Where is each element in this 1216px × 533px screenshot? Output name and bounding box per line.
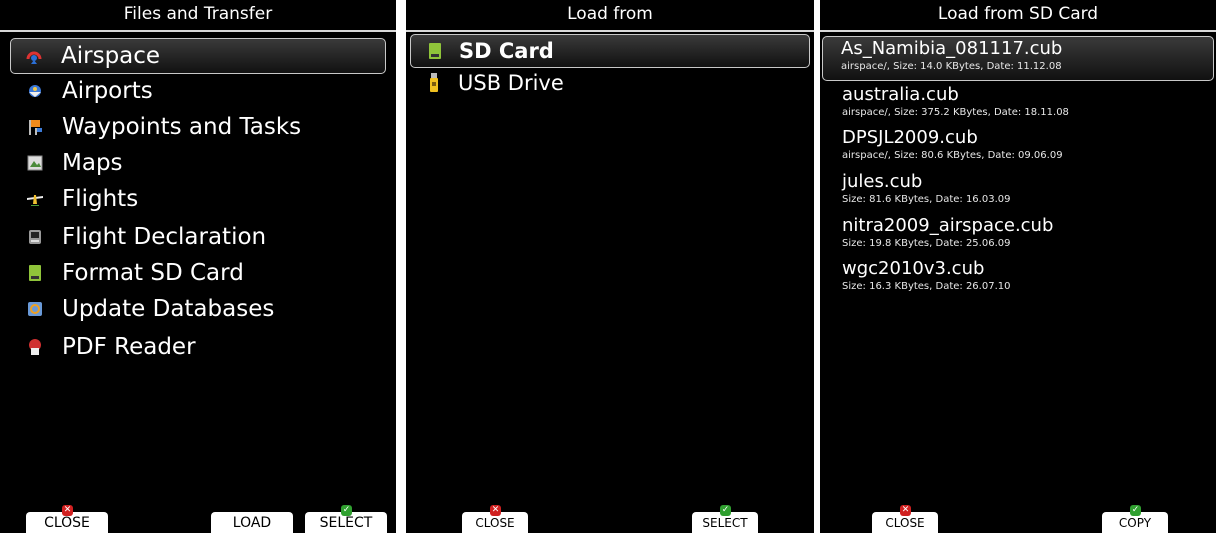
file-meta: Size: 16.3 KBytes, Date: 26.07.10 xyxy=(842,281,1011,292)
file-meta: airspace/, Size: 375.2 KBytes, Date: 18.… xyxy=(842,107,1069,118)
menu-item-label: Waypoints and Tasks xyxy=(62,114,302,140)
file-name: DPSJL2009.cub xyxy=(842,127,978,148)
close-button[interactable]: ✕ CLOSE xyxy=(26,505,108,533)
menu-item-maps[interactable]: Maps xyxy=(12,145,123,181)
menu-item-label: Format SD Card xyxy=(62,260,244,286)
file-row[interactable]: wgc2010v3.cub Size: 16.3 KBytes, Date: 2… xyxy=(820,258,1216,294)
file-meta: Size: 19.8 KBytes, Date: 25.06.09 xyxy=(842,238,1011,249)
file-row[interactable]: DPSJL2009.cub airspace/, Size: 80.6 KByt… xyxy=(820,127,1216,163)
sd-card-icon xyxy=(427,41,443,61)
file-name: wgc2010v3.cub xyxy=(842,258,985,279)
source-item-label: USB Drive xyxy=(458,71,564,95)
file-row[interactable]: As_Namibia_081117.cub airspace/, Size: 1… xyxy=(822,36,1214,81)
file-row[interactable]: nitra2009_airspace.cub Size: 19.8 KBytes… xyxy=(820,215,1216,251)
files-and-transfer-panel: Files and Transfer Airspace Airports Way… xyxy=(0,0,396,533)
close-icon: ✕ xyxy=(62,505,73,516)
menu-item-update-databases[interactable]: Update Databases xyxy=(12,291,274,327)
close-icon: ✕ xyxy=(900,505,911,516)
file-row[interactable]: australia.cub airspace/, Size: 375.2 KBy… xyxy=(820,84,1216,120)
source-item-label: SD Card xyxy=(459,39,554,63)
usb-drive-icon xyxy=(426,73,442,93)
menu-item-label: Airports xyxy=(62,78,153,104)
menu-item-label: Maps xyxy=(62,150,123,176)
file-meta: Size: 81.6 KBytes, Date: 16.03.09 xyxy=(842,194,1011,205)
file-name: nitra2009_airspace.cub xyxy=(842,215,1054,236)
close-icon: ✕ xyxy=(490,505,501,516)
menu-item-waypoints-and-tasks[interactable]: Waypoints and Tasks xyxy=(12,109,301,145)
check-icon: ✓ xyxy=(720,505,731,516)
menu-item-flights[interactable]: Flights xyxy=(12,181,138,217)
declaration-icon xyxy=(24,226,46,248)
copy-button[interactable]: ✓ COPY xyxy=(1102,505,1168,533)
database-icon xyxy=(24,298,46,320)
pdf-icon xyxy=(24,336,46,358)
menu-item-label: Flights xyxy=(62,186,139,212)
file-meta: airspace/, Size: 80.6 KBytes, Date: 09.0… xyxy=(842,150,1063,161)
airport-icon xyxy=(24,80,46,102)
glider-icon xyxy=(24,188,46,210)
menu-item-flight-declaration[interactable]: Flight Declaration xyxy=(12,219,266,255)
menu-item-pdf-reader[interactable]: PDF Reader xyxy=(12,329,196,365)
load-from-panel: Load from SD Card USB Drive ✕ CLOSE ✓ SE… xyxy=(406,0,814,533)
map-icon xyxy=(24,152,46,174)
file-row[interactable]: jules.cub Size: 81.6 KBytes, Date: 16.03… xyxy=(820,171,1216,207)
file-name: jules.cub xyxy=(842,171,923,192)
check-icon: ✓ xyxy=(341,505,352,516)
panel-title: Load from SD Card xyxy=(820,0,1216,32)
file-meta: airspace/, Size: 14.0 KBytes, Date: 11.1… xyxy=(841,61,1062,72)
menu-item-format-sd-card[interactable]: Format SD Card xyxy=(12,255,244,291)
source-item-sd-card[interactable]: SD Card xyxy=(410,34,810,68)
panel-title: Files and Transfer xyxy=(0,0,396,32)
select-button[interactable]: ✓ SELECT xyxy=(305,505,387,533)
menu-item-label: Update Databases xyxy=(62,296,275,322)
menu-item-airspace[interactable]: Airspace xyxy=(10,38,386,74)
close-button[interactable]: ✕ CLOSE xyxy=(462,505,528,533)
close-button[interactable]: ✕ CLOSE xyxy=(872,505,938,533)
menu-item-label: Airspace xyxy=(61,43,161,69)
sd-card-icon xyxy=(24,262,46,284)
airspace-icon xyxy=(23,45,45,67)
menu-item-label: Flight Declaration xyxy=(62,224,267,250)
file-name: As_Namibia_081117.cub xyxy=(841,38,1063,59)
load-from-sd-card-panel: Load from SD Card As_Namibia_081117.cub … xyxy=(820,0,1216,533)
select-button[interactable]: ✓ SELECT xyxy=(692,505,758,533)
waypoint-flag-icon xyxy=(24,116,46,138)
load-button[interactable]: LOAD xyxy=(211,512,293,533)
menu-item-airports[interactable]: Airports xyxy=(12,73,153,109)
panel-title: Load from xyxy=(406,0,814,32)
file-name: australia.cub xyxy=(842,84,959,105)
check-icon: ✓ xyxy=(1130,505,1141,516)
menu-item-label: PDF Reader xyxy=(62,334,196,360)
source-item-usb-drive[interactable]: USB Drive xyxy=(410,67,564,99)
